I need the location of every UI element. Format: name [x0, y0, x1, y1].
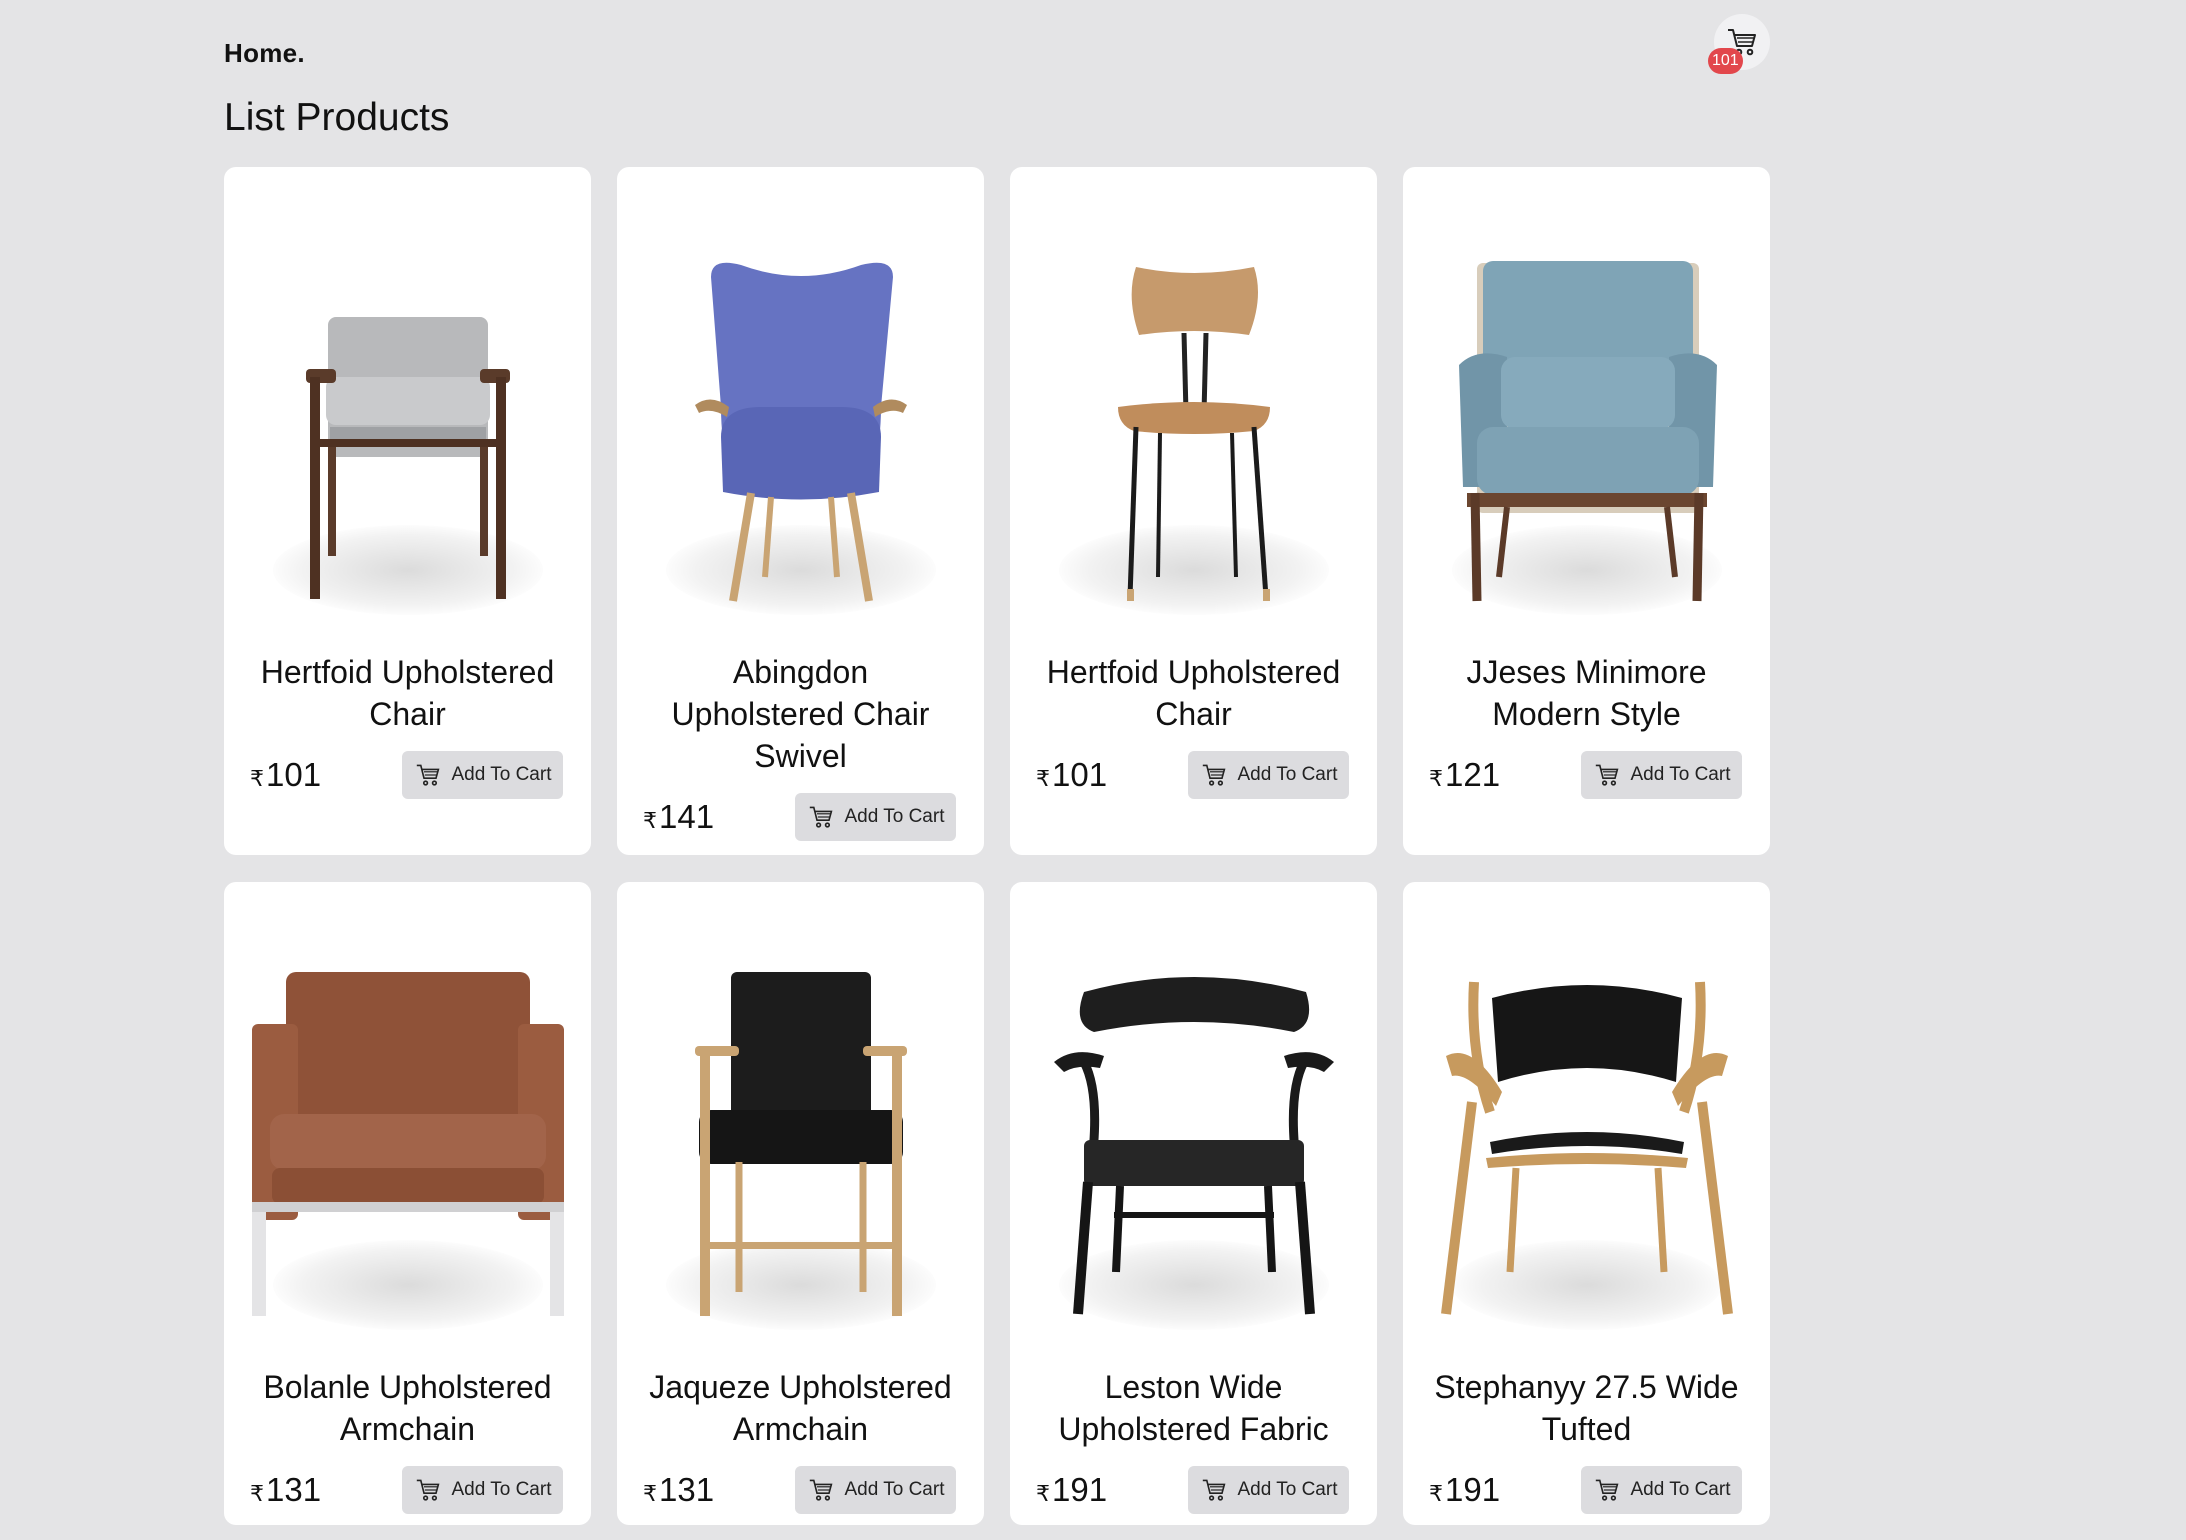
- product-name: Bolanle Upholstered Armchain: [263, 1369, 552, 1447]
- add-to-cart-button[interactable]: Add To Cart: [795, 1466, 956, 1514]
- price-row: ₹141 Add To Cart: [643, 793, 958, 841]
- product-image: [1422, 207, 1752, 615]
- product-price: ₹101: [1036, 756, 1107, 794]
- product-card: Leston Wide Upholstered Fabric ₹191 Add …: [1010, 882, 1377, 1525]
- price-row: ₹101 Add To Cart: [1036, 751, 1351, 799]
- add-to-cart-button[interactable]: Add To Cart: [1581, 751, 1742, 799]
- product-name: Stephanyy 27.5 Wide Tufted: [1434, 1369, 1739, 1447]
- cart-icon: [1595, 764, 1618, 786]
- blue-lounge-chair-image: [1458, 261, 1717, 602]
- price-value: 101: [266, 756, 322, 793]
- cart-icon: [1202, 764, 1225, 786]
- add-to-cart-button[interactable]: Add To Cart: [1188, 751, 1349, 799]
- product-image: [1029, 922, 1359, 1330]
- product-image: [636, 922, 966, 1330]
- price-value: 191: [1445, 1471, 1501, 1508]
- currency-symbol: ₹: [1036, 1481, 1050, 1506]
- price-value: 141: [659, 798, 715, 835]
- product-name: JJeses Minimore Modern Style: [1466, 654, 1707, 732]
- price-value: 191: [1052, 1471, 1108, 1508]
- product-price: ₹121: [1429, 756, 1500, 794]
- price-value: 131: [659, 1471, 715, 1508]
- price-row: ₹191 Add To Cart: [1429, 1466, 1744, 1514]
- add-to-cart-button[interactable]: Add To Cart: [795, 793, 956, 841]
- add-to-cart-label: Add To Cart: [451, 1479, 552, 1500]
- product-name: Jaqueze Upholstered Armchain: [649, 1369, 952, 1447]
- add-to-cart-label: Add To Cart: [1630, 1479, 1731, 1500]
- product-image: [1422, 922, 1752, 1330]
- blue-wingback-chair-image: [694, 262, 907, 602]
- add-to-cart-label: Add To Cart: [1630, 764, 1731, 785]
- price-value: 101: [1052, 756, 1108, 793]
- product-price: ₹191: [1429, 1471, 1500, 1509]
- currency-symbol: ₹: [250, 1481, 264, 1506]
- cart-count-badge: 101: [1708, 48, 1743, 74]
- currency-symbol: ₹: [250, 766, 264, 791]
- product-card: Bolanle Upholstered Armchain ₹131 Add To…: [224, 882, 591, 1525]
- product-card: Abingdon Upholstered Chair Swivel ₹141 A…: [617, 167, 984, 855]
- product-card: Hertfoid Upholstered Chair ₹101 Add To C…: [224, 167, 591, 855]
- grey-armchair-image: [305, 317, 510, 599]
- product-price: ₹141: [643, 798, 714, 836]
- currency-symbol: ₹: [643, 808, 657, 833]
- oak-shell-chair-image: [1440, 981, 1733, 1315]
- page-title: List Products: [224, 96, 450, 139]
- product-grid: Hertfoid Upholstered Chair ₹101 Add To C…: [224, 167, 1770, 855]
- add-to-cart-label: Add To Cart: [844, 806, 945, 827]
- page: Home. 101 List Products Hertfoid Upholst…: [0, 0, 2186, 1540]
- add-to-cart-label: Add To Cart: [1237, 764, 1338, 785]
- currency-symbol: ₹: [643, 1481, 657, 1506]
- add-to-cart-button[interactable]: Add To Cart: [402, 1466, 563, 1514]
- price-row: ₹131 Add To Cart: [250, 1466, 565, 1514]
- price-value: 131: [266, 1471, 322, 1508]
- product-price: ₹131: [643, 1471, 714, 1509]
- product-card: Jaqueze Upholstered Armchain ₹131 Add To…: [617, 882, 984, 1525]
- price-value: 121: [1445, 756, 1501, 793]
- currency-symbol: ₹: [1429, 766, 1443, 791]
- product-card: JJeses Minimore Modern Style ₹121 Add To…: [1403, 167, 1770, 855]
- black-leather-oak-chair-image: [694, 972, 907, 1316]
- product-image: [1029, 207, 1359, 615]
- add-to-cart-button[interactable]: Add To Cart: [1581, 1466, 1742, 1514]
- product-image: [243, 922, 573, 1330]
- product-name: Abingdon Upholstered Chair Swivel: [671, 654, 930, 774]
- brand-home-link[interactable]: Home.: [224, 38, 305, 69]
- cart-icon: [809, 806, 832, 828]
- add-to-cart-button[interactable]: Add To Cart: [1188, 1466, 1349, 1514]
- add-to-cart-label: Add To Cart: [844, 1479, 945, 1500]
- black-wishbone-chair-image: [1053, 977, 1334, 1315]
- currency-symbol: ₹: [1429, 1481, 1443, 1506]
- product-card: Hertfoid Upholstered Chair ₹101 Add To C…: [1010, 167, 1377, 855]
- price-row: ₹121 Add To Cart: [1429, 751, 1744, 799]
- product-image: [243, 207, 573, 615]
- add-to-cart-button[interactable]: Add To Cart: [402, 751, 563, 799]
- cart-button[interactable]: 101: [1708, 14, 1770, 74]
- cart-icon: [809, 1479, 832, 1501]
- price-row: ₹101 Add To Cart: [250, 751, 565, 799]
- product-name: Hertfoid Upholstered Chair: [260, 654, 555, 732]
- brown-leather-armchair-image: [251, 972, 564, 1316]
- price-row: ₹191 Add To Cart: [1036, 1466, 1351, 1514]
- product-image: [636, 207, 966, 615]
- wood-stacking-chair-image: [1117, 267, 1270, 601]
- product-card: Stephanyy 27.5 Wide Tufted ₹191 Add To C…: [1403, 882, 1770, 1525]
- cart-icon: [1595, 1479, 1618, 1501]
- cart-icon: [416, 764, 439, 786]
- product-grid-row-2: Bolanle Upholstered Armchain ₹131 Add To…: [224, 882, 1770, 1525]
- header: Home. 101: [224, 14, 1770, 74]
- cart-icon: [416, 1479, 439, 1501]
- add-to-cart-label: Add To Cart: [451, 764, 552, 785]
- add-to-cart-label: Add To Cart: [1237, 1479, 1338, 1500]
- product-price: ₹131: [250, 1471, 321, 1509]
- product-price: ₹101: [250, 756, 321, 794]
- cart-icon: [1202, 1479, 1225, 1501]
- price-row: ₹131 Add To Cart: [643, 1466, 958, 1514]
- product-name: Hertfoid Upholstered Chair: [1046, 654, 1341, 732]
- product-name: Leston Wide Upholstered Fabric: [1058, 1369, 1329, 1447]
- currency-symbol: ₹: [1036, 766, 1050, 791]
- product-price: ₹191: [1036, 1471, 1107, 1509]
